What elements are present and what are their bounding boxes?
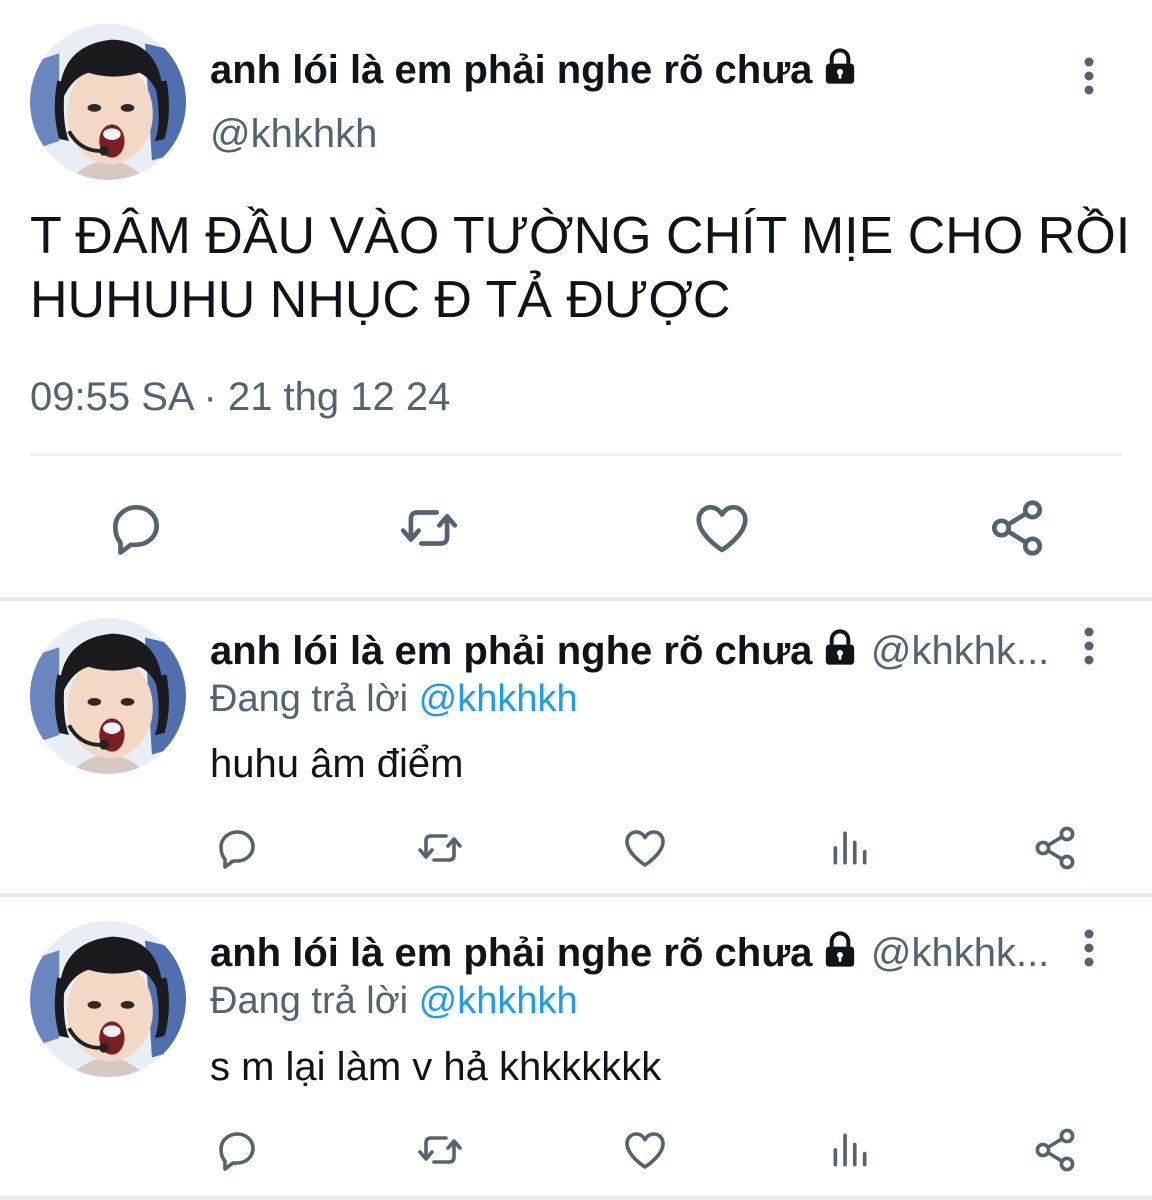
reply-header: anh lói là em phải nghe rõ chưa @khkhk..… bbox=[210, 628, 1049, 678]
tweet-date: 21 thg 12 24 bbox=[227, 375, 451, 419]
reply-icon bbox=[105, 497, 167, 559]
reply-button[interactable] bbox=[211, 822, 263, 874]
replying-to: Đang trả lời @khkhkh bbox=[210, 678, 578, 721]
replying-to: Đang trả lời @khkhkh bbox=[210, 980, 578, 1023]
like-button[interactable] bbox=[619, 822, 671, 874]
author-name-text: anh lói là em phải nghe rõ chưa bbox=[210, 931, 813, 975]
author-handle[interactable]: @khkhk... bbox=[871, 629, 1049, 673]
tweet-timestamp[interactable]: 09:55 SA · 21 thg 12 24 bbox=[30, 375, 450, 420]
retweet-icon bbox=[416, 824, 464, 872]
author-name[interactable]: anh lói là em phải nghe rõ chưa bbox=[210, 47, 860, 97]
lock-icon bbox=[820, 47, 860, 97]
mention-link[interactable]: @khkhkh bbox=[419, 678, 578, 720]
share-icon bbox=[986, 497, 1048, 559]
views-icon bbox=[828, 1128, 872, 1172]
retweet-button[interactable] bbox=[414, 1124, 466, 1176]
share-icon bbox=[1031, 824, 1079, 872]
share-icon bbox=[1031, 1126, 1079, 1174]
reply-header: anh lói là em phải nghe rõ chưa @khkhk..… bbox=[210, 930, 1049, 980]
views-button[interactable] bbox=[824, 822, 876, 874]
retweet-button[interactable] bbox=[414, 822, 466, 874]
reply-text: huhu âm điểm bbox=[210, 742, 464, 786]
reply-button[interactable] bbox=[101, 493, 171, 563]
reply-icon bbox=[213, 824, 261, 872]
author-name-text: anh lói là em phải nghe rõ chưa bbox=[210, 629, 813, 673]
author-name[interactable]: anh lói là em phải nghe rõ chưa bbox=[210, 931, 860, 975]
more-options-icon[interactable] bbox=[1082, 56, 1096, 96]
replying-to-label: Đang trả lời bbox=[210, 678, 409, 720]
tweet-text-line-2: HUHUHU NHỤC Đ TẢ ĐƯỢC bbox=[30, 271, 731, 329]
section-divider bbox=[0, 893, 1152, 897]
lock-icon bbox=[820, 930, 860, 980]
avatar[interactable] bbox=[30, 24, 186, 180]
like-icon bbox=[621, 1126, 669, 1174]
author-name-text: anh lói là em phải nghe rõ chưa bbox=[210, 48, 813, 92]
replying-to-label: Đang trả lời bbox=[210, 980, 409, 1022]
lock-icon bbox=[820, 628, 860, 678]
tweet-text: T ĐÂM ĐẦU VÀO TƯỜNG CHÍT MỊE CHO RỒI HUH… bbox=[30, 204, 1130, 332]
share-button[interactable] bbox=[982, 493, 1052, 563]
tweet-time: 09:55 SA bbox=[30, 375, 193, 419]
reply-text: s m lại làm v hả khkkkkkk bbox=[210, 1045, 662, 1089]
views-button[interactable] bbox=[824, 1124, 876, 1176]
divider bbox=[30, 453, 1122, 456]
meta-separator: · bbox=[203, 375, 217, 419]
views-icon bbox=[828, 826, 872, 870]
avatar[interactable] bbox=[30, 921, 186, 1077]
section-divider bbox=[0, 1196, 1152, 1200]
avatar[interactable] bbox=[30, 618, 186, 774]
retweet-icon bbox=[416, 1126, 464, 1174]
more-options-icon[interactable] bbox=[1082, 626, 1096, 666]
tweet-text-line-1: T ĐÂM ĐẦU VÀO TƯỜNG CHÍT MỊE CHO RỒI bbox=[30, 207, 1131, 265]
section-divider bbox=[0, 597, 1152, 601]
reply-button[interactable] bbox=[211, 1124, 263, 1176]
mention-link[interactable]: @khkhkh bbox=[419, 980, 578, 1022]
share-button[interactable] bbox=[1029, 822, 1081, 874]
like-icon bbox=[691, 497, 753, 559]
retweet-icon bbox=[398, 497, 460, 559]
reply-icon bbox=[213, 1126, 261, 1174]
author-handle[interactable]: @khkhkh bbox=[210, 112, 377, 157]
retweet-button[interactable] bbox=[394, 493, 464, 563]
author-handle[interactable]: @khkhk... bbox=[871, 931, 1049, 975]
more-options-icon[interactable] bbox=[1082, 928, 1096, 968]
like-icon bbox=[621, 824, 669, 872]
author-name[interactable]: anh lói là em phải nghe rõ chưa bbox=[210, 629, 860, 673]
like-button[interactable] bbox=[687, 493, 757, 563]
share-button[interactable] bbox=[1029, 1124, 1081, 1176]
like-button[interactable] bbox=[619, 1124, 671, 1176]
